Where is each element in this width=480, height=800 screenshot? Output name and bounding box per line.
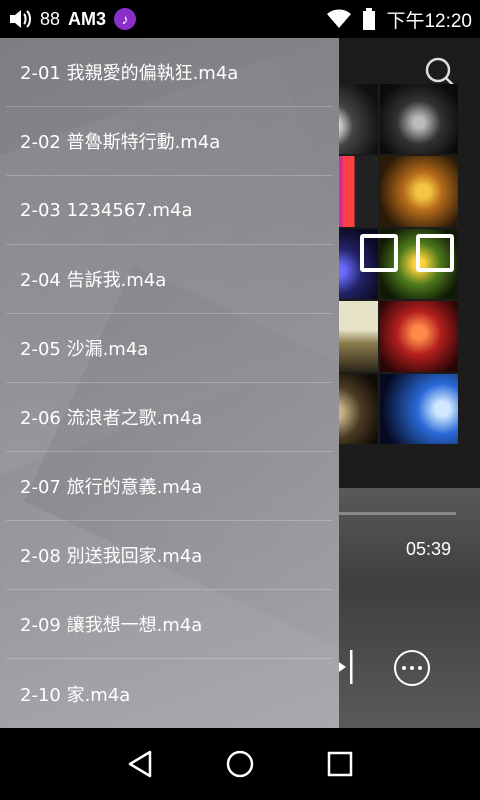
- cover-photo: [380, 156, 458, 227]
- cover-photo: [380, 373, 458, 444]
- track-list-drawer: 2-01 我親愛的偏執狂.m4a 2-02 普魯斯特行動.m4a 2-03 12…: [0, 38, 339, 728]
- track-item[interactable]: 2-08 別送我回家.m4a: [6, 521, 333, 590]
- home-circle-icon[interactable]: [220, 744, 260, 784]
- track-item[interactable]: 2-05 沙漏.m4a: [6, 314, 333, 383]
- cover-square-decoration: [416, 234, 454, 272]
- track-item[interactable]: 2-01 我親愛的偏執狂.m4a: [6, 38, 333, 107]
- cover-photo: [380, 84, 458, 155]
- track-item[interactable]: 2-10 家.m4a: [6, 659, 333, 728]
- dot: [410, 666, 414, 670]
- dot: [418, 666, 422, 670]
- battery-icon: [362, 8, 376, 30]
- navigation-bar: [0, 728, 480, 800]
- track-item[interactable]: 2-07 旅行的意義.m4a: [6, 452, 333, 521]
- clock-time: 下午12:20: [386, 10, 472, 32]
- back-triangle-icon[interactable]: [120, 744, 160, 784]
- status-left: 88 AM3 ♪: [8, 8, 137, 30]
- track-item[interactable]: 2-06 流浪者之歌.m4a: [6, 383, 333, 452]
- wifi-icon: [326, 9, 352, 29]
- track-item[interactable]: 2-02 普魯斯特行動.m4a: [6, 107, 333, 176]
- recents-square-icon[interactable]: [320, 744, 360, 784]
- more-options-icon[interactable]: [394, 650, 430, 686]
- speaker-icon: [8, 8, 32, 30]
- volume-level: 88: [40, 8, 61, 29]
- track-item[interactable]: 2-09 讓我想一想.m4a: [6, 590, 333, 659]
- track-item[interactable]: 2-04 告訴我.m4a: [6, 245, 333, 314]
- track-item[interactable]: 2-03 1234567.m4a: [6, 176, 333, 245]
- total-time: 05:39: [406, 539, 452, 559]
- am3-label: AM3: [68, 8, 107, 29]
- status-right: 下午12:20: [326, 6, 472, 33]
- status-bar: 88 AM3 ♪ 下午12:20: [0, 0, 480, 38]
- cover-photo: [380, 301, 458, 372]
- dot: [402, 666, 406, 670]
- track-list: 2-01 我親愛的偏執狂.m4a 2-02 普魯斯特行動.m4a 2-03 12…: [0, 38, 339, 728]
- music-note-icon: ♪: [114, 8, 137, 30]
- cover-square-decoration: [360, 234, 398, 272]
